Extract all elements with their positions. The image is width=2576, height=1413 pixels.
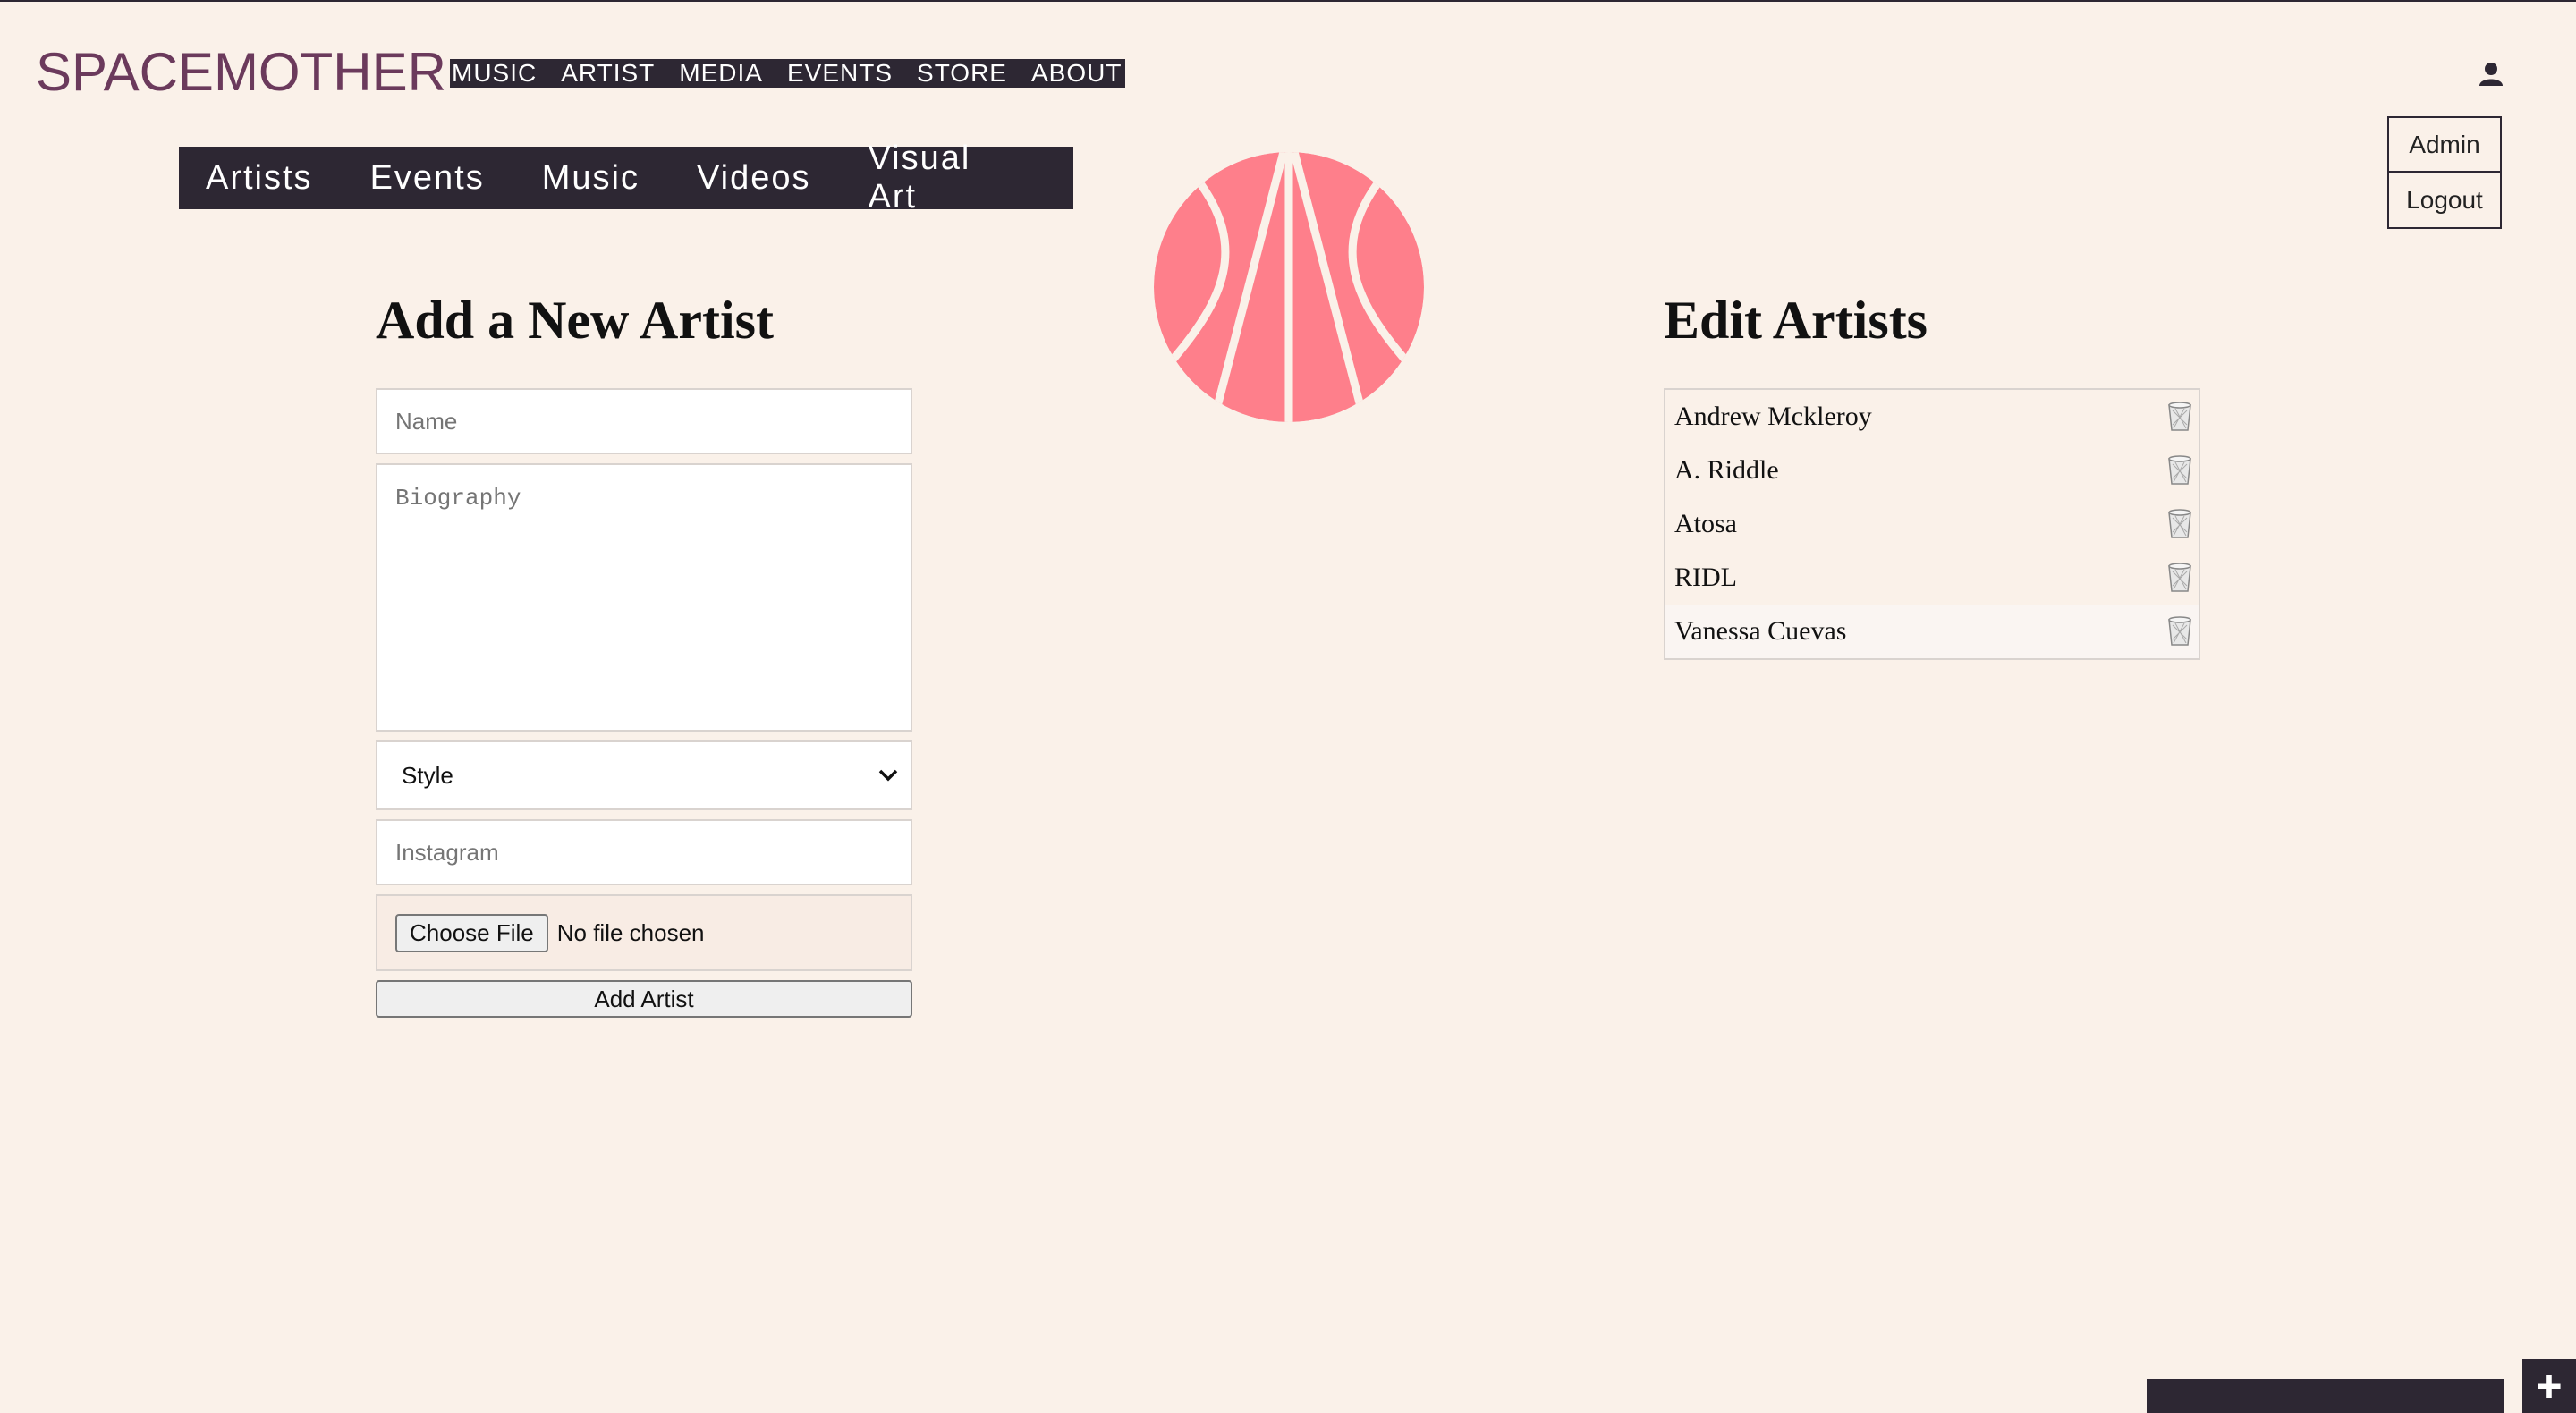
subnav-events[interactable]: Events: [370, 159, 485, 198]
artist-name: Atosa: [1674, 509, 1737, 538]
file-upload: Choose File No file chosen: [376, 894, 912, 971]
artist-name: RIDL: [1674, 563, 1737, 592]
logout-link[interactable]: Logout: [2389, 173, 2500, 227]
style-selected-value: Style: [402, 761, 453, 789]
trash-icon[interactable]: [2166, 402, 2193, 432]
edit-artists-heading: Edit Artists: [1664, 291, 1928, 350]
bottom-bar[interactable]: [2147, 1379, 2504, 1413]
list-item[interactable]: A. Riddle: [1665, 444, 2199, 497]
nav-events[interactable]: EVENTS: [787, 59, 893, 88]
artist-name: A. Riddle: [1674, 455, 1779, 485]
artist-name: Vanessa Cuevas: [1674, 616, 1847, 646]
trash-icon[interactable]: [2166, 563, 2193, 593]
biography-textarea[interactable]: Biography: [376, 463, 912, 732]
subnav-visual-art[interactable]: Visual Art: [868, 140, 1016, 216]
site-logo[interactable]: SPACEMOTHER: [36, 41, 446, 104]
name-input[interactable]: Name: [376, 388, 912, 454]
admin-link[interactable]: Admin: [2389, 118, 2500, 173]
user-icon[interactable]: [2478, 61, 2504, 88]
choose-file-button[interactable]: Choose File: [395, 913, 548, 952]
nav-media[interactable]: MEDIA: [679, 59, 763, 88]
chevron-down-icon: [878, 769, 898, 782]
nav-artist[interactable]: ARTIST: [561, 59, 655, 88]
list-item[interactable]: Vanessa Cuevas: [1665, 605, 2199, 658]
list-item[interactable]: Andrew Mckleroy: [1665, 390, 2199, 444]
trash-icon[interactable]: [2166, 509, 2193, 539]
subnav-artists[interactable]: Artists: [206, 159, 313, 198]
artist-name: Andrew Mckleroy: [1674, 402, 1872, 431]
user-dropdown: Admin Logout: [2387, 116, 2502, 229]
trash-icon[interactable]: [2166, 616, 2193, 647]
instagram-input[interactable]: Instagram: [376, 819, 912, 885]
subnav-music[interactable]: Music: [542, 159, 640, 198]
nav-about[interactable]: ABOUT: [1031, 59, 1122, 88]
nav-store[interactable]: STORE: [917, 59, 1007, 88]
trash-icon[interactable]: [2166, 455, 2193, 486]
list-item[interactable]: Atosa: [1665, 497, 2199, 551]
top-nav: MUSIC ARTIST MEDIA EVENTS STORE ABOUT: [450, 59, 1126, 88]
subnav-videos[interactable]: Videos: [697, 159, 811, 198]
admin-subnav: Artists Events Music Videos Visual Art: [179, 140, 1073, 216]
file-status: No file chosen: [556, 918, 705, 946]
plus-icon[interactable]: +: [2522, 1359, 2576, 1413]
artist-list: Andrew Mckleroy A. Riddle Atosa RIDL Van…: [1664, 388, 2200, 660]
add-artist-heading: Add a New Artist: [376, 291, 774, 350]
add-artist-button[interactable]: Add Artist: [376, 980, 912, 1018]
nav-music[interactable]: MUSIC: [452, 59, 537, 88]
style-select[interactable]: Style: [376, 740, 912, 810]
list-item[interactable]: RIDL: [1665, 551, 2199, 605]
spacemother-emblem-icon: [1154, 152, 1424, 422]
